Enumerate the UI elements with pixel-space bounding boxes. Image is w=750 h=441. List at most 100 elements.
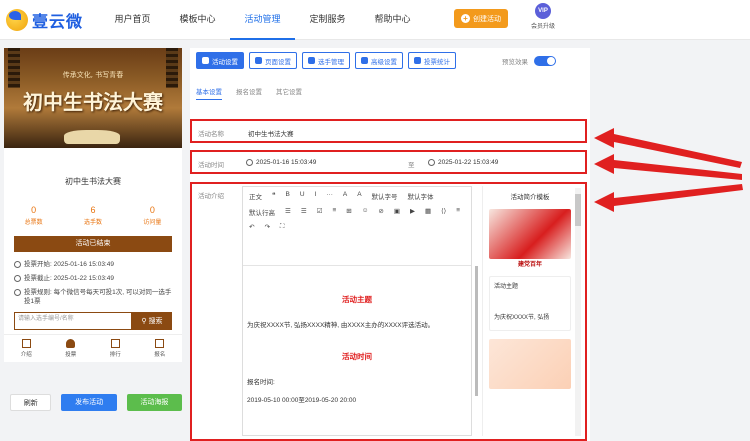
logo-icon xyxy=(6,9,28,31)
create-activity-button[interactable]: + 创建活动 xyxy=(454,9,508,28)
editor-tool[interactable]: ▣ xyxy=(394,207,400,217)
editor-tool[interactable]: ❝ xyxy=(272,191,276,201)
vote-stats-button[interactable]: 投票统计 xyxy=(408,52,456,69)
search-button[interactable]: ⚲ 搜索 xyxy=(132,312,172,330)
editor-tool[interactable]: B xyxy=(286,191,290,201)
template-card[interactable] xyxy=(489,209,571,259)
editor-tool[interactable]: ☑ xyxy=(317,207,323,217)
activity-card: 初中生书法大赛 0 总票数 6 选手数 0 访问量 活动已结束 投票开始: 20… xyxy=(4,148,182,334)
publish-button[interactable]: 发布活动 xyxy=(61,394,117,411)
nav-item-custom[interactable]: 定制服务 xyxy=(295,0,360,40)
nav-item-templates[interactable]: 模板中心 xyxy=(165,0,230,40)
template-card[interactable] xyxy=(489,339,571,389)
nav-item-home[interactable]: 用户首页 xyxy=(100,0,165,40)
editor-tool[interactable]: A xyxy=(343,191,347,201)
editor-tool[interactable]: I xyxy=(315,191,317,201)
tab-other-settings[interactable]: 其它设置 xyxy=(276,86,302,100)
book-decoration xyxy=(64,130,120,144)
lantern-decoration xyxy=(8,48,20,88)
tab-label: 排行 xyxy=(109,352,121,358)
settings-panel: 活动设置 页面设置 选手管理 高级设置 投票统计 预览效果 基本设置 报名设置 … xyxy=(190,48,590,441)
clock-icon xyxy=(246,159,253,166)
editor-tool[interactable]: U xyxy=(300,191,305,201)
scrollbar-thumb[interactable] xyxy=(575,194,581,226)
editor-tool[interactable]: ≡ xyxy=(332,207,336,217)
editor-content[interactable]: 活动主题 为庆祝XXXX节, 弘扬XXXX精神, 由XXXX主办的XXXX评选活… xyxy=(243,265,471,435)
template-card[interactable]: 活动主题 为庆祝XXXX节, 弘扬 xyxy=(489,276,571,331)
tab-label: 投票 xyxy=(65,352,77,358)
end-time-input[interactable]: 2025-01-22 15:03:49 xyxy=(428,154,498,170)
vip-upgrade[interactable]: VIP 会员升级 xyxy=(526,3,560,30)
editor-tool[interactable]: ▦ xyxy=(425,207,431,217)
editor-tool[interactable]: ⛶ xyxy=(280,223,285,231)
rich-text-editor[interactable]: 正文 ❝ B U I ··· A A 默认字号 默认字体 默认行高 ☰ ☰ ☑ ≡ ⊞ ☺ ⊘ ▣ ▶ ▦ ⟨⟩ ≡ ↶ ↷ ⛶ … xyxy=(242,186,472,436)
editor-tool[interactable]: ⊘ xyxy=(378,207,383,217)
nav-item-help[interactable]: 帮助中心 xyxy=(360,0,425,40)
intro-icon xyxy=(21,339,31,348)
tab-vote[interactable]: 投票 xyxy=(49,335,94,362)
editor-tool[interactable]: ▶ xyxy=(410,207,415,217)
stat-label: 总票数 xyxy=(24,220,43,226)
time-separator: 至 xyxy=(408,162,415,169)
activity-settings-button[interactable]: 活动设置 xyxy=(196,52,244,69)
page-settings-button[interactable]: 页面设置 xyxy=(249,52,297,69)
editor-tool[interactable]: ☰ xyxy=(285,207,291,217)
player-management-button[interactable]: 选手管理 xyxy=(302,52,350,69)
page-icon xyxy=(255,57,262,64)
button-label: 投票统计 xyxy=(424,58,450,66)
editor-tool[interactable]: 默认字号 xyxy=(372,191,398,201)
editor-tool[interactable]: ⟨⟩ xyxy=(441,207,446,217)
template-title: 活动简介模板 xyxy=(510,194,550,201)
search-label: 搜索 xyxy=(148,318,163,325)
annotation-arrows xyxy=(594,128,743,212)
editor-tool[interactable]: ··· xyxy=(326,191,333,201)
arrow-pointer-intro xyxy=(594,184,743,212)
start-time-value: 2025-01-16 15:03:49 xyxy=(256,158,317,166)
editor-tool[interactable]: 默认行高 xyxy=(249,207,275,217)
tab-signup[interactable]: 报名 xyxy=(138,335,183,362)
player-search-input[interactable]: 请输入选手编号/名称 xyxy=(14,312,132,330)
settings-subtabs: 基本设置 报名设置 其它设置 xyxy=(196,86,302,100)
settings-toolbar: 活动设置 页面设置 选手管理 高级设置 投票统计 xyxy=(196,52,456,69)
button-label: 选手管理 xyxy=(318,58,344,66)
top-bar: 壹云微 用户首页 模板中心 活动管理 定制服务 帮助中心 + 创建活动 VIP … xyxy=(0,0,750,40)
editor-tool[interactable]: ↶ xyxy=(249,223,254,231)
editor-tool[interactable]: 正文 xyxy=(249,191,262,201)
stat-visits: 0 访问量 xyxy=(123,205,182,226)
name-input[interactable]: 初中生书法大赛 xyxy=(248,128,294,138)
preview-toggle[interactable] xyxy=(534,56,556,66)
tab-intro[interactable]: 介绍 xyxy=(4,335,49,362)
start-time-input[interactable]: 2025-01-16 15:03:49 xyxy=(246,154,316,170)
gear-icon xyxy=(202,57,209,64)
editor-heading: 活动主题 xyxy=(342,295,372,304)
preview-toggle-group: 预览效果 xyxy=(502,56,556,66)
activity-status-button[interactable]: 活动已结束 xyxy=(14,236,172,252)
tab-ranking[interactable]: 排行 xyxy=(93,335,138,362)
preview-actions: 刷新 发布活动 活动海报 xyxy=(4,394,182,411)
editor-tool[interactable]: 默认字体 xyxy=(408,191,434,201)
editor-tool[interactable]: ↷ xyxy=(264,223,269,231)
editor-scrollbar[interactable] xyxy=(475,266,478,396)
stats-row: 0 总票数 6 选手数 0 访问量 xyxy=(4,205,182,226)
template-scrollbar[interactable] xyxy=(575,188,581,436)
user-icon xyxy=(66,339,76,348)
nav-item-activities[interactable]: 活动管理 xyxy=(230,0,295,40)
editor-tool[interactable]: ☺ xyxy=(362,207,369,217)
editor-tool[interactable]: ≡ xyxy=(456,207,460,217)
editor-tool[interactable]: ☰ xyxy=(301,207,307,217)
editor-tool[interactable]: A xyxy=(357,191,361,201)
poster-button[interactable]: 活动海报 xyxy=(126,394,182,411)
logo[interactable]: 壹云微 xyxy=(6,8,83,32)
player-search: 请输入选手编号/名称 ⚲ 搜索 xyxy=(14,312,172,330)
tab-basic[interactable]: 基本设置 xyxy=(196,86,222,100)
phone-preview: 传承文化, 书写青春 初中生书法大赛 初中生书法大赛 0 总票数 6 选手数 0… xyxy=(4,48,182,441)
name-label: 活动名称 xyxy=(198,131,224,138)
tab-signup-settings[interactable]: 报名设置 xyxy=(236,86,262,100)
vote-rule: 投票规则: 每个微信号每天可投1次, 可以对同一选手投1票 xyxy=(24,289,172,305)
editor-tool[interactable]: ⊞ xyxy=(346,207,351,217)
vote-end: 投票截止: 2025-01-22 15:03:49 xyxy=(24,275,114,282)
clock-icon xyxy=(14,261,21,268)
stat-label: 访问量 xyxy=(143,220,162,226)
refresh-button[interactable]: 刷新 xyxy=(10,394,52,411)
advanced-settings-button[interactable]: 高级设置 xyxy=(355,52,403,69)
